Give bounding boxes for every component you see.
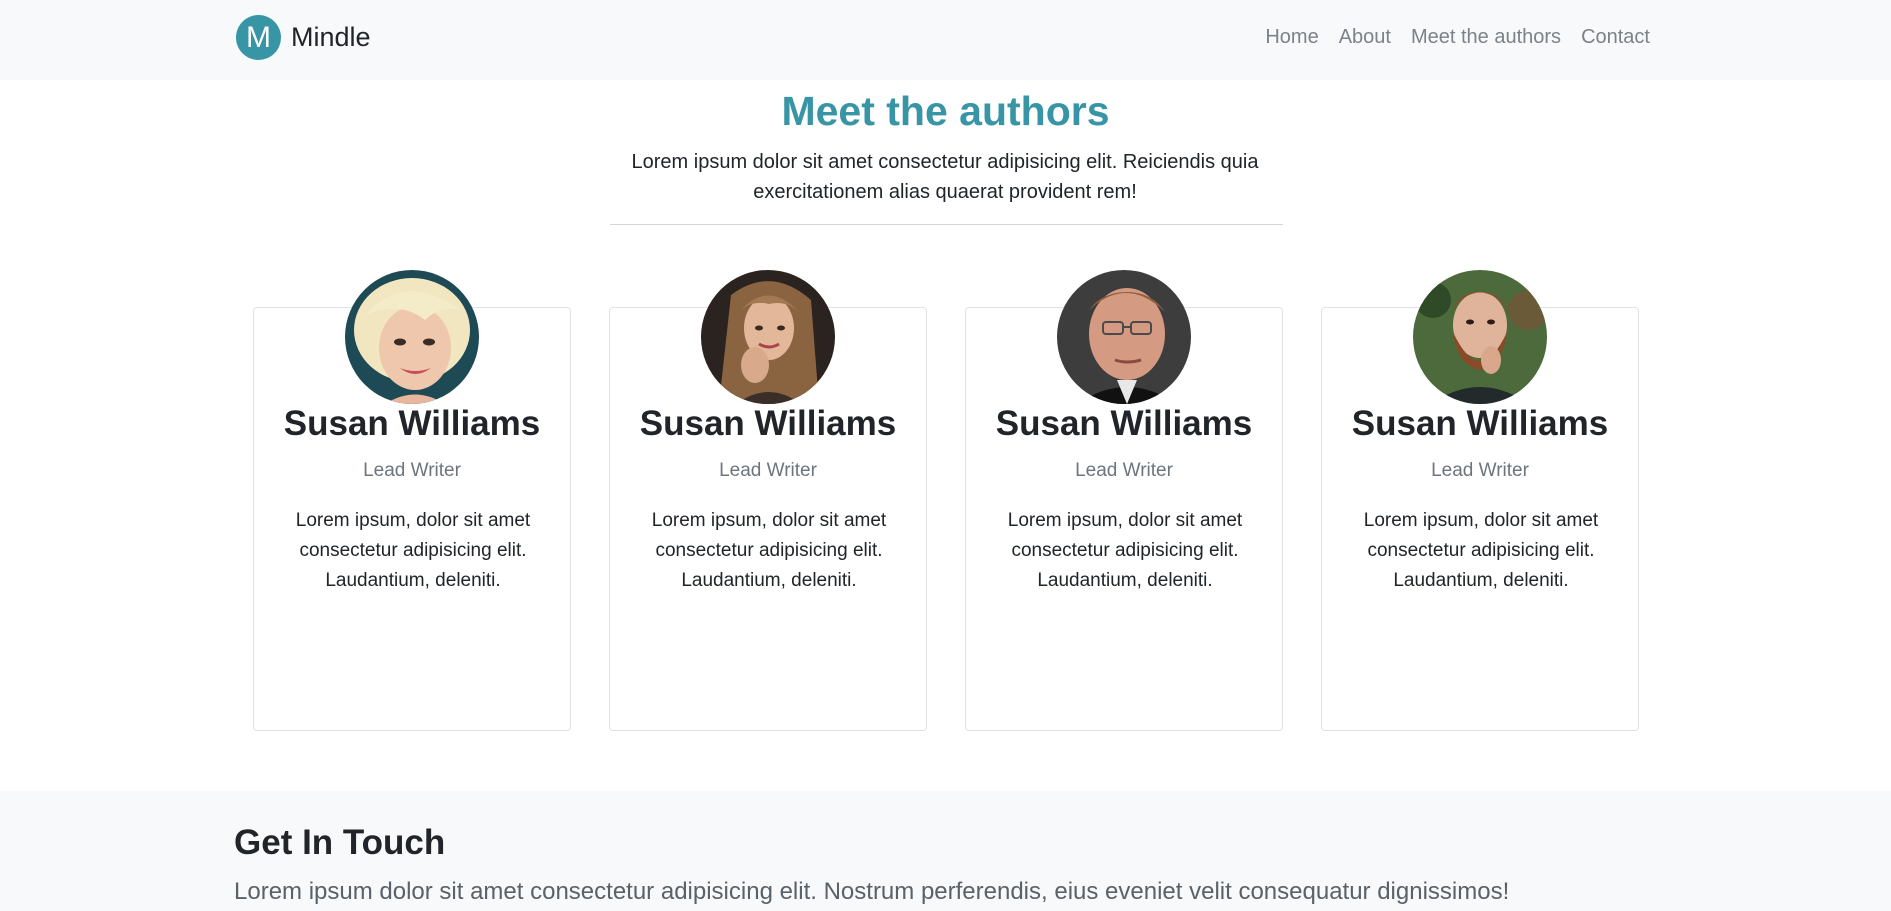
author-avatar	[1057, 270, 1191, 404]
author-name: Susan Williams	[283, 404, 541, 443]
author-role: Lead Writer	[363, 460, 461, 481]
author-name: Susan Williams	[639, 404, 897, 443]
author-bio: Lorem ipsum, dolor sit amet consectetur …	[295, 510, 531, 591]
navbar: M Mindle Home About Meet the authors Con…	[0, 0, 1891, 80]
nav-link-about[interactable]: About	[1339, 26, 1391, 49]
section-lead: Lorem ipsum dolor sit amet consectetur a…	[631, 151, 1259, 203]
author-avatar	[345, 270, 479, 404]
brand-link[interactable]: M Mindle	[236, 15, 371, 60]
author-role: Lead Writer	[1431, 460, 1529, 481]
author-role: Lead Writer	[1075, 460, 1173, 481]
author-avatar	[1413, 270, 1547, 404]
brand-name: Mindle	[291, 22, 371, 52]
get-in-touch-title: Get In Touch	[234, 823, 446, 862]
author-avatar	[701, 270, 835, 404]
author-bio: Lorem ipsum, dolor sit amet consectetur …	[1007, 510, 1243, 591]
author-bio: Lorem ipsum, dolor sit amet consectetur …	[1363, 510, 1599, 591]
section-title: Meet the authors	[781, 88, 1110, 134]
nav-link-home[interactable]: Home	[1265, 26, 1318, 49]
nav-link-meet-the-authors[interactable]: Meet the authors	[1411, 26, 1561, 49]
author-name: Susan Williams	[1351, 404, 1609, 443]
nav-links: Home About Meet the authors Contact	[1245, 26, 1650, 49]
section-divider	[610, 224, 1283, 225]
get-in-touch-text: Lorem ipsum dolor sit amet consectetur a…	[234, 878, 1510, 905]
brand-logo: M	[236, 15, 281, 60]
author-role: Lead Writer	[719, 460, 817, 481]
author-bio: Lorem ipsum, dolor sit amet consectetur …	[651, 510, 887, 591]
nav-link-contact[interactable]: Contact	[1581, 26, 1650, 49]
get-in-touch-section: Get In Touch Lorem ipsum dolor sit amet …	[0, 791, 1891, 911]
author-name: Susan Williams	[995, 404, 1253, 443]
